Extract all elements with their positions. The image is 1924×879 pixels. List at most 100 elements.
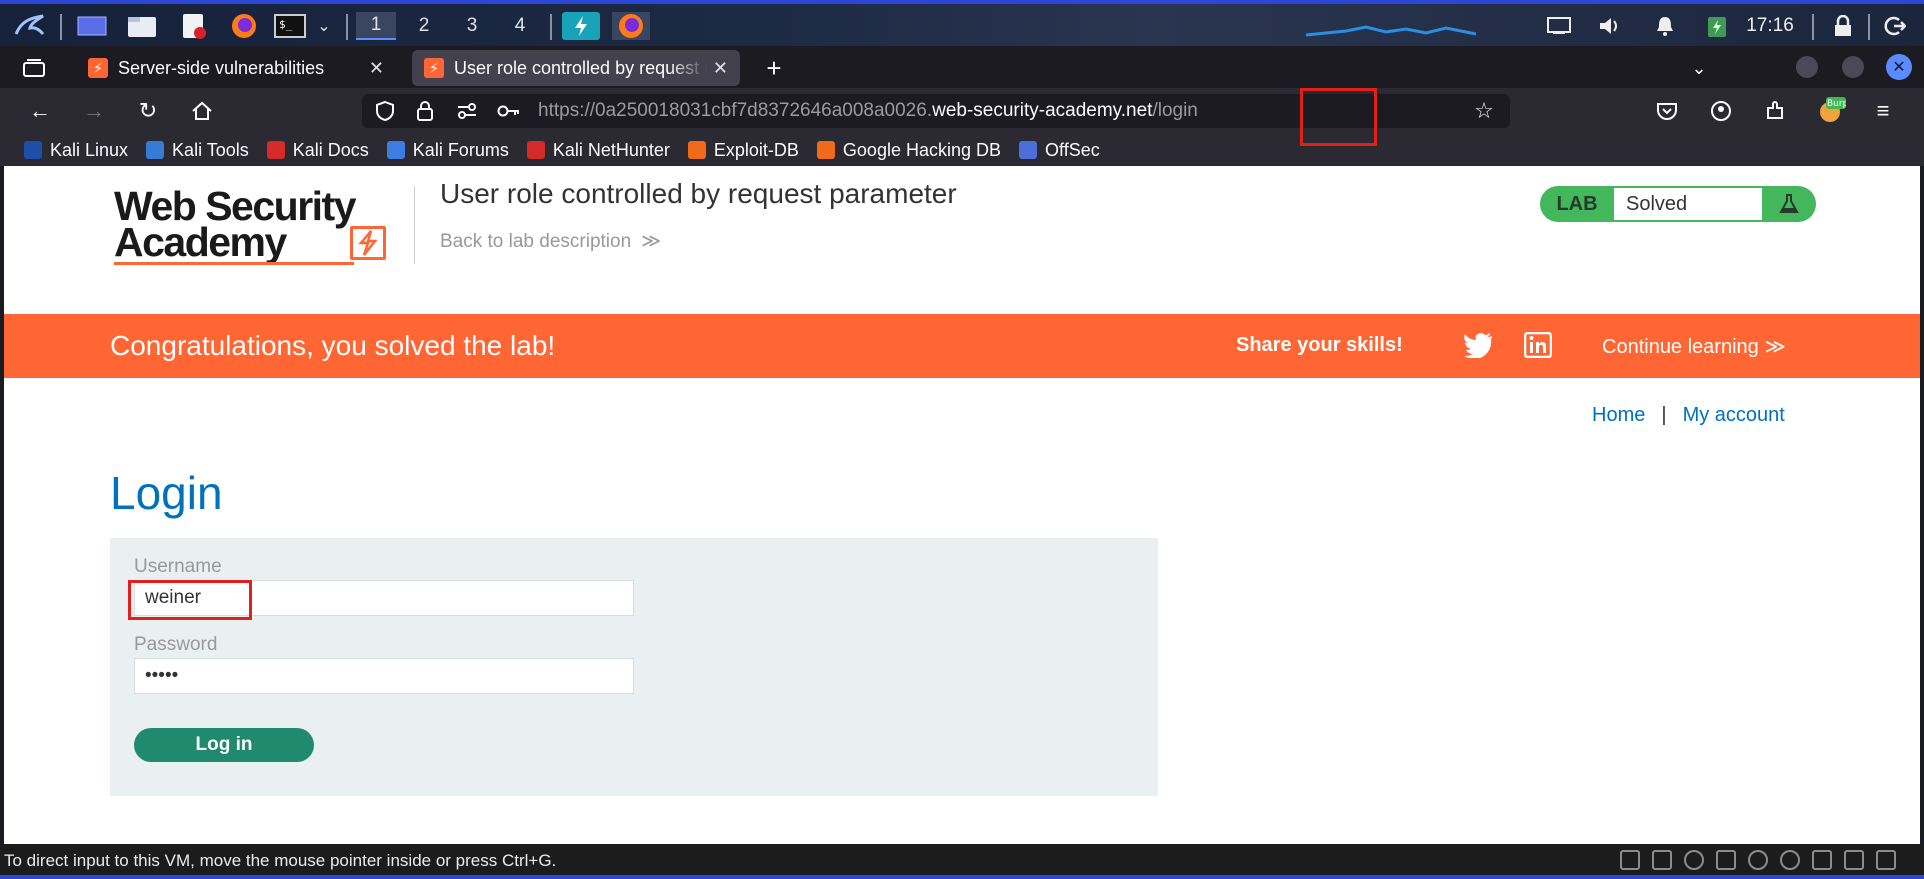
svg-text:$_: $_ [279,18,293,31]
firefox-active-icon[interactable] [612,12,650,40]
bookmark-label: Exploit-DB [713,139,799,160]
home-link[interactable]: Home [1592,404,1645,426]
notes-icon[interactable] [1876,850,1896,870]
bookmark-kali-tools[interactable]: Kali Tools [146,140,249,161]
flask-icon [1762,193,1816,215]
clock[interactable]: 17:16 [1740,12,1800,40]
close-tab-icon[interactable]: ✕ [713,58,728,79]
bookmark-google-hacking-db[interactable]: Google Hacking DB [816,140,1001,161]
bookmark-kali-nethunter[interactable]: Kali NetHunter [526,139,670,161]
pocket-icon[interactable] [1652,96,1682,126]
burp-badge-text: Burp [1827,99,1846,109]
tracking-shield-icon[interactable] [372,98,398,124]
bookmark-label: Kali Docs [292,139,369,160]
new-tab-icon[interactable]: + [758,53,790,83]
congratulations-message: Congratulations, you solved the lab! [110,330,556,361]
password-label: Password [134,634,218,655]
network-adapter-icon[interactable] [1652,850,1672,870]
burp-extension-icon[interactable]: Burp [1814,94,1848,126]
hamburger-menu-icon[interactable]: ≡ [1868,96,1898,126]
bookmark-label: Kali Linux [50,139,129,160]
close-tab-icon[interactable]: ✕ [369,58,384,79]
url-prefix: https://0a250018031cbf7d8372646a008a0026… [538,100,933,121]
tab-server-side-vulnerabilities[interactable]: ⚡ Server-side vulnerabilities ✕ [76,50,396,86]
bookmark-offsec[interactable]: OffSec [1019,140,1100,161]
workspace-1[interactable]: 1 [356,12,396,40]
back-link-label: Back to lab description [440,231,632,252]
list-tabs-chevron-icon[interactable]: ⌄ [1684,54,1714,82]
key-icon[interactable] [496,98,522,124]
firefox-icon[interactable] [226,12,262,40]
display-icon[interactable] [1780,850,1800,870]
taskbar-separator [346,14,348,40]
bell-icon[interactable] [1650,12,1680,40]
reload-icon[interactable]: ↻ [132,96,164,126]
close-window-icon[interactable]: ✕ [1886,54,1912,80]
extensions-icon[interactable] [1760,96,1790,126]
shared-folder-icon[interactable] [1748,850,1768,870]
workspace-2[interactable]: 2 [404,12,444,40]
portswigger-favicon: ⚡ [88,58,108,78]
file-manager-icon[interactable] [124,12,160,40]
bookmark-star-icon[interactable]: ☆ [1470,98,1498,124]
username-highlight-box [128,580,252,620]
lock-icon[interactable] [1828,12,1858,40]
chevron-down-icon[interactable]: ⌄ [312,12,336,40]
bookmark-exploit-db[interactable]: Exploit-DB [687,139,799,161]
url-path-highlight-box [1300,88,1377,146]
bookmark-label: Kali Tools [172,139,249,160]
bookmark-label: Kali NetHunter [552,139,670,160]
tab-user-role-controlled[interactable]: ⚡ User role controlled by request parame… [412,50,740,86]
padlock-icon[interactable] [412,98,438,124]
tab-overview-icon[interactable] [16,54,52,82]
volume-icon[interactable] [1596,12,1626,40]
kali-docs-icon [266,141,285,159]
recording-icon[interactable] [1812,850,1832,870]
bookmark-kali-forums[interactable]: Kali Forums [386,139,509,161]
lab-title: User role controlled by request paramete… [440,178,957,209]
network-icon[interactable] [1544,12,1574,40]
battery-icon[interactable] [1702,12,1732,40]
log-in-button[interactable]: Log in [134,728,314,762]
continue-learning-link[interactable]: Continue learning ≫ [1602,334,1786,359]
cpu-graph [1306,12,1476,40]
twitter-icon[interactable] [1464,332,1494,363]
offsec-icon [1019,141,1038,159]
tab-label: Server-side vulnerabilities [118,57,325,78]
bookmark-label: Kali Forums [412,139,509,160]
taskbar-separator [1812,14,1814,40]
account-icon[interactable] [1706,96,1736,126]
logout-icon[interactable] [1880,12,1910,40]
text-editor-icon[interactable] [176,12,212,40]
bookmark-kali-docs[interactable]: Kali Docs [266,139,369,161]
back-arrow-icon[interactable]: ← [24,96,56,126]
workspace-3[interactable]: 3 [452,12,492,40]
permissions-icon[interactable] [454,98,480,124]
my-account-link[interactable]: My account [1683,404,1785,426]
kali-menu-icon[interactable] [10,12,50,40]
hard-disk-icon[interactable] [1620,850,1640,870]
terminal-icon[interactable]: $_ [272,12,308,40]
desktop-icon[interactable] [74,12,110,40]
home-icon[interactable] [186,96,218,126]
cpu-icon[interactable] [1844,850,1864,870]
url-path: /login [1152,100,1198,121]
maximize-window-icon[interactable] [1842,56,1864,78]
back-to-lab-description-link[interactable]: Back to lab description ≫ [440,230,661,253]
password-input[interactable] [134,658,634,694]
kali-nethunter-icon [526,141,545,159]
audio-icon[interactable] [1684,850,1704,870]
vm-input-hint: To direct input to this VM, move the mou… [4,851,557,870]
bookmark-kali-linux[interactable]: Kali Linux [24,140,128,161]
linkedin-icon[interactable] [1523,331,1553,363]
web-security-academy-logo[interactable]: Web Security Academy [114,186,414,265]
forward-arrow-icon[interactable]: → [78,96,110,126]
workspace-4[interactable]: 4 [500,12,540,40]
minimize-window-icon[interactable] [1796,56,1818,78]
double-chevron-right-icon: ≫ [1764,336,1786,358]
url-text[interactable]: https://0a250018031cbf7d8372646a008a0026… [538,100,1198,122]
taskbar-separator [550,14,552,40]
lab-status-text: Solved [1614,188,1762,220]
burp-suite-icon[interactable] [562,12,600,40]
usb-icon[interactable] [1716,850,1736,870]
